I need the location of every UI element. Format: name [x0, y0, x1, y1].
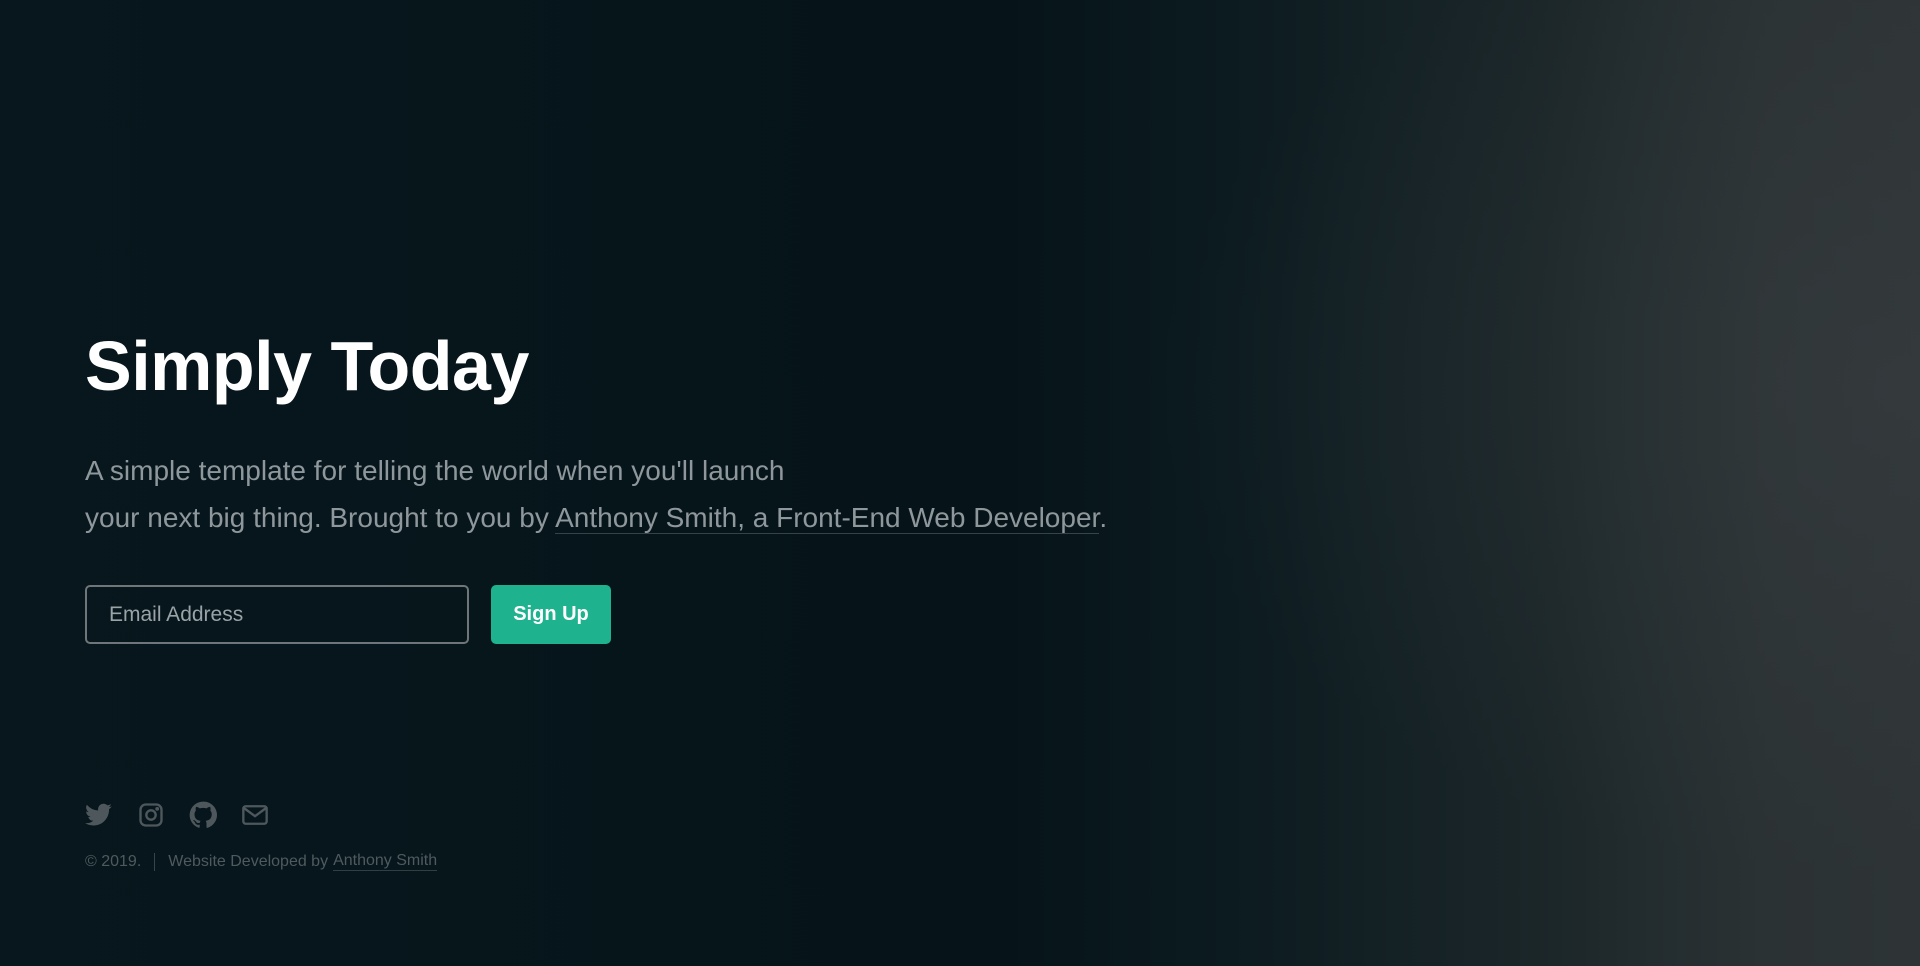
- footer-author-link[interactable]: Anthony Smith: [333, 852, 438, 871]
- credit-text: Website Developed by: [168, 852, 329, 870]
- social-links: [85, 801, 293, 829]
- site-footer: © 2019. Website Developed by Anthony Smi…: [85, 852, 438, 871]
- mail-icon[interactable]: [241, 801, 269, 829]
- github-icon[interactable]: [189, 801, 217, 829]
- description-line-1: A simple template for telling the world …: [85, 455, 785, 486]
- description-line-2: your next big thing. Brought to you by: [85, 502, 556, 533]
- page-title: Simply Today: [85, 327, 529, 405]
- footer-divider: [154, 852, 156, 871]
- copyright-text: © 2019.: [85, 852, 142, 870]
- twitter-icon[interactable]: [85, 801, 113, 829]
- instagram-icon[interactable]: [137, 801, 165, 829]
- hero-description: A simple template for telling the world …: [85, 447, 1185, 541]
- description-suffix: .: [1099, 502, 1108, 533]
- signup-form: Sign Up: [85, 585, 611, 644]
- email-input[interactable]: [85, 585, 469, 644]
- author-link[interactable]: Anthony Smith, a Front-End Web Developer: [555, 502, 1100, 534]
- sign-up-button[interactable]: Sign Up: [491, 585, 611, 644]
